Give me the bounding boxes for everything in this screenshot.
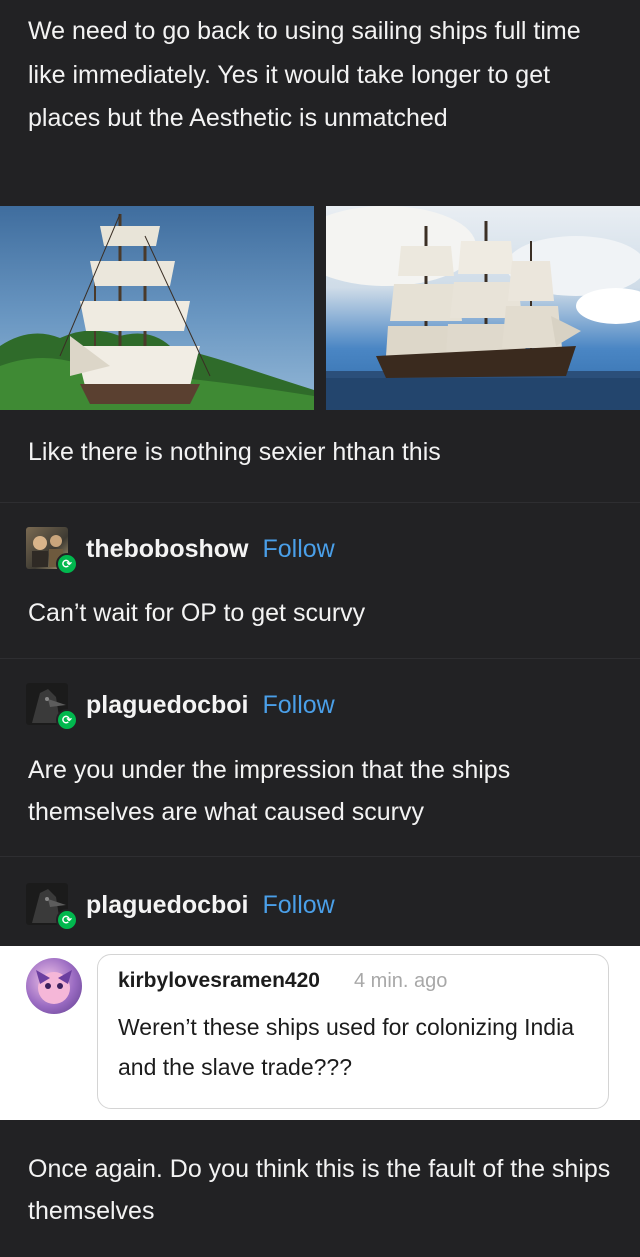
- avatar-wrap: ⟳: [26, 883, 78, 931]
- username[interactable]: theboboshow: [86, 535, 248, 564]
- reblog-text: Once again. Do you think this is the fau…: [28, 1155, 611, 1225]
- follow-button[interactable]: Follow: [263, 691, 335, 720]
- follow-button[interactable]: Follow: [263, 891, 335, 920]
- follow-button[interactable]: Follow: [262, 535, 334, 564]
- divider: [0, 502, 640, 503]
- divider: [0, 658, 640, 659]
- reblog-text: Are you under the impression that the sh…: [28, 756, 511, 826]
- reblog-icon: ⟳: [56, 553, 78, 575]
- op-post-followup: Like there is nothing sexier hthan this: [28, 438, 441, 466]
- op-post-text: We need to go back to using sailing ship…: [28, 17, 581, 132]
- op-image-row: [0, 206, 640, 410]
- reblog-header: ⟳ theboboshow Follow: [26, 524, 335, 575]
- ship-image-right[interactable]: [326, 206, 640, 410]
- reblog-text: Can’t wait for OP to get scurvy: [28, 599, 366, 627]
- username[interactable]: plaguedocboi: [86, 691, 249, 720]
- reply-bubble: kirbylovesramen420 4 min. ago Weren’t th…: [97, 954, 609, 1109]
- reply-username[interactable]: kirbylovesramen420: [118, 969, 320, 993]
- reply-timestamp: 4 min. ago: [354, 970, 448, 992]
- reblog-header: ⟳ plaguedocboi Follow: [26, 880, 335, 931]
- avatar-wrap: ⟳: [26, 527, 78, 575]
- reply-text: Weren’t these ships used for colonizing …: [118, 1014, 575, 1080]
- username[interactable]: plaguedocboi: [86, 891, 249, 920]
- reblog-icon: ⟳: [56, 909, 78, 931]
- divider: [0, 856, 640, 857]
- ship-image-left[interactable]: [0, 206, 314, 410]
- reply-section: kirbylovesramen420 4 min. ago Weren’t th…: [0, 946, 640, 1120]
- reblog-header: ⟳ plaguedocboi Follow: [26, 680, 335, 731]
- avatar-wrap: ⟳: [26, 683, 78, 731]
- reply-avatar[interactable]: [26, 958, 82, 1014]
- reblog-icon: ⟳: [56, 709, 78, 731]
